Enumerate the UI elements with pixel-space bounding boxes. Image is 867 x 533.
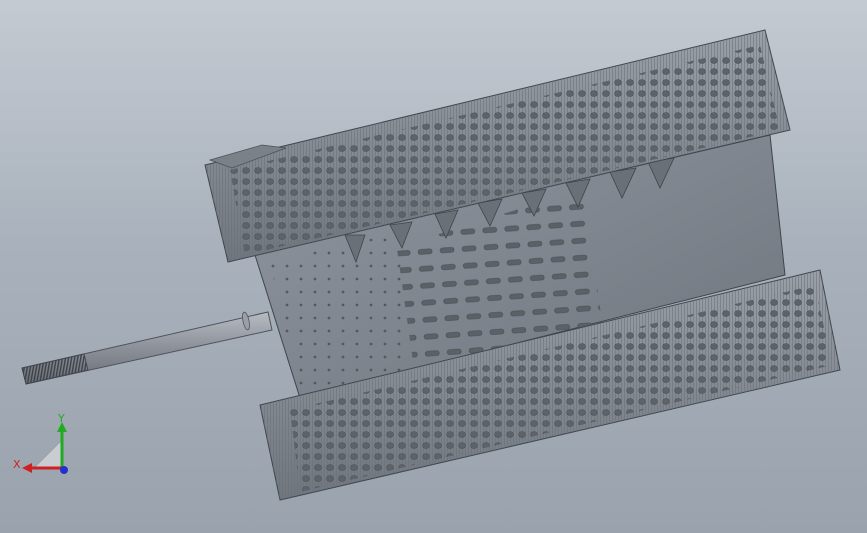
x-axis-head [22,463,32,473]
triad-plane [33,439,63,469]
orientation-triad: Y X [13,412,68,474]
3d-model-view[interactable] [0,0,867,533]
z-axis-dot [60,466,68,474]
x-axis-label: X [13,458,21,471]
graphics-viewport[interactable]: Y X [0,0,867,533]
y-axis-label: Y [57,412,65,425]
threaded-shaft[interactable] [21,311,273,385]
